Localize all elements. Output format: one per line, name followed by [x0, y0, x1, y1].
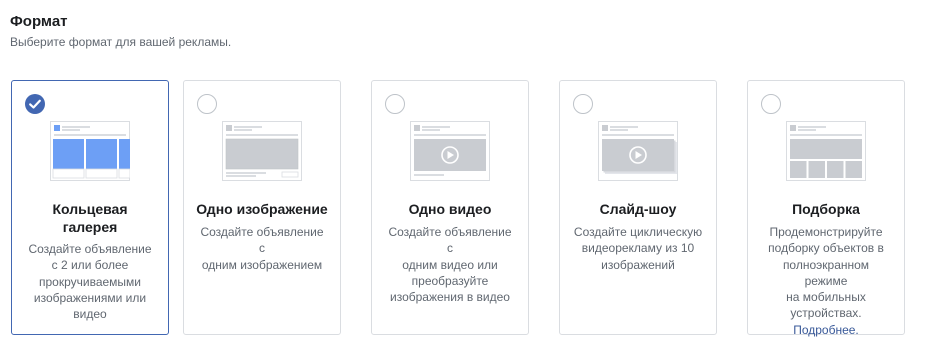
desc-line: Создайте объявление с	[388, 225, 512, 256]
check-circle-icon[interactable]	[25, 94, 45, 114]
desc-line: полноэкранном режиме	[782, 257, 870, 288]
desc-line: на мобильных	[786, 290, 866, 305]
format-card-slideshow[interactable]: Слайд-шоу Создайте циклическую видеорекл…	[559, 80, 717, 335]
desc-line: преобразуйте	[411, 273, 489, 288]
section-subtitle: Выберите формат для вашей рекламы.	[10, 35, 232, 49]
desc-line: Создайте циклическую	[573, 225, 703, 239]
desc-line: Создайте объявление	[28, 242, 152, 256]
desc-line: видео	[73, 307, 107, 322]
learn-more-link[interactable]: Подробнее.	[793, 323, 859, 337]
card-title: Одно изображение	[196, 201, 328, 217]
desc-line: с 2 или более	[51, 258, 129, 273]
format-card-carousel[interactable]: Кольцевая галерея Создайте объявление с …	[11, 80, 169, 335]
card-title: Одно видео	[408, 201, 492, 217]
format-card-collection[interactable]: Подборка Продемонстрируйте подборку объе…	[747, 80, 905, 338]
single-video-preview-icon	[410, 121, 490, 181]
radio-icon[interactable]	[573, 94, 593, 114]
card-title-line: Кольцевая	[52, 201, 128, 217]
radio-icon[interactable]	[385, 94, 405, 114]
format-header: Формат Выберите формат для вашей рекламы…	[10, 12, 231, 50]
desc-line: одним изображением	[201, 257, 323, 272]
card-title-line: галерея	[62, 219, 118, 235]
card-title: Подборка	[792, 201, 860, 217]
desc-line: подборку объектов в	[768, 241, 884, 256]
card-description: Создайте объявление с одним изображением	[196, 224, 328, 273]
card-description: Создайте циклическую видеорекламу из 10 …	[572, 224, 704, 273]
radio-icon[interactable]	[197, 94, 217, 114]
format-card-single-image[interactable]: Одно изображение Создайте объявление с о…	[183, 80, 341, 335]
desc-line: видеорекламу из 10	[581, 241, 695, 256]
card-title: Слайд-шоу	[599, 201, 677, 217]
desc-line: устройствах.	[790, 306, 862, 321]
single-image-preview-icon	[222, 121, 302, 181]
card-description: Продемонстрируйте подборку объектов в по…	[760, 224, 892, 338]
desc-line: изображений	[601, 257, 675, 272]
radio-icon[interactable]	[761, 94, 781, 114]
desc-line: одним видео или	[402, 257, 498, 272]
card-title: Кольцевая галерея	[18, 200, 162, 236]
collection-preview-icon	[786, 121, 866, 181]
desc-line: изображениями или	[33, 290, 147, 305]
slideshow-preview-icon	[598, 121, 678, 181]
desc-line: изображения в видео	[390, 290, 510, 305]
desc-line: прокручиваемыми	[38, 274, 141, 289]
carousel-preview-icon	[50, 121, 130, 181]
card-description: Создайте объявление с 2 или более прокру…	[24, 241, 156, 322]
card-description: Создайте объявление с одним видео или пр…	[384, 224, 516, 305]
format-card-single-video[interactable]: Одно видео Создайте объявление с одним в…	[371, 80, 529, 335]
desc-line: Создайте объявление с	[200, 225, 324, 256]
desc-line: Продемонстрируйте	[769, 225, 883, 239]
section-title: Формат	[10, 13, 68, 30]
